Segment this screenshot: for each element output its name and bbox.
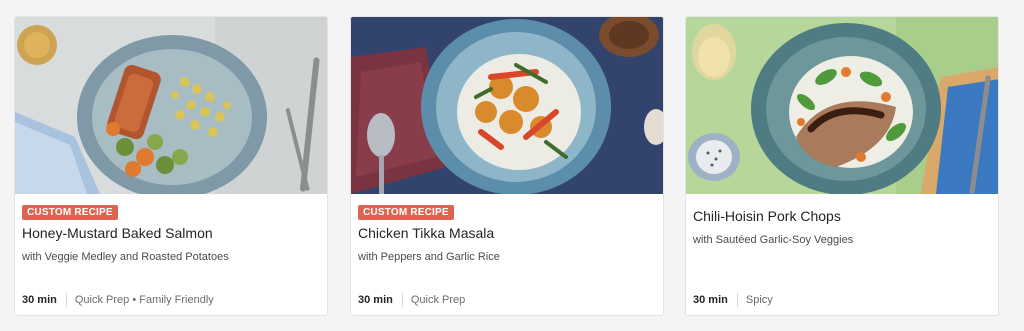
- prep-time: 30 min: [22, 294, 57, 306]
- recipe-title[interactable]: Chicken Tikka Masala: [358, 225, 494, 242]
- recipe-tags: Spicy: [745, 294, 773, 306]
- recipe-image[interactable]: [15, 17, 327, 194]
- recipe-meta: 30 min Spicy: [693, 293, 773, 307]
- recipe-card[interactable]: CUSTOM RECIPE Honey-Mustard Baked Salmon…: [14, 16, 328, 316]
- recipe-card[interactable]: CUSTOM RECIPE Chicken Tikka Masala with …: [350, 16, 664, 316]
- recipe-meta: 30 min Quick Prep: [358, 293, 465, 307]
- recipe-subtitle: with Sautéed Garlic-Soy Veggies: [693, 234, 854, 246]
- recipe-image[interactable]: [351, 17, 663, 194]
- recipe-title[interactable]: Chili-Hoisin Pork Chops: [693, 208, 841, 225]
- prep-time: 30 min: [358, 294, 393, 306]
- recipe-subtitle: with Peppers and Garlic Rice: [358, 251, 500, 263]
- meta-divider: [401, 293, 403, 307]
- recipe-subtitle: with Veggie Medley and Roasted Potatoes: [22, 251, 229, 263]
- recipe-tags: Quick Prep: [410, 294, 466, 306]
- custom-recipe-badge: CUSTOM RECIPE: [358, 205, 454, 220]
- recipe-tags: Quick Prep • Family Friendly: [74, 294, 214, 306]
- prep-time: 30 min: [693, 294, 728, 306]
- custom-recipe-badge: CUSTOM RECIPE: [22, 205, 118, 220]
- recipe-meta: 30 min Quick Prep • Family Friendly: [22, 293, 214, 307]
- recipe-image[interactable]: [686, 17, 998, 194]
- meta-divider: [736, 293, 738, 307]
- recipe-card[interactable]: Chili-Hoisin Pork Chops with Sautéed Gar…: [685, 16, 999, 316]
- recipe-title[interactable]: Honey-Mustard Baked Salmon: [22, 225, 213, 242]
- meta-divider: [65, 293, 67, 307]
